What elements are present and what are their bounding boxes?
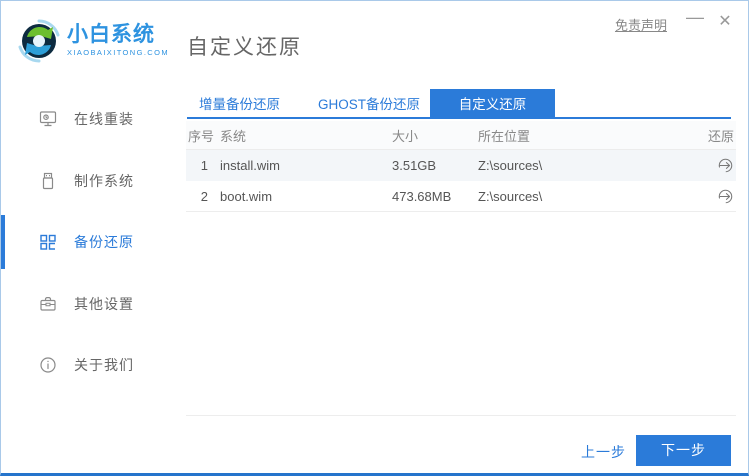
restore-action-button[interactable] xyxy=(717,157,734,174)
col-header-index: 序号 xyxy=(188,128,215,144)
close-button[interactable]: ✕ xyxy=(714,11,736,31)
brand-block: 小白系统 XIAOBAIXITONG.COM xyxy=(67,24,169,57)
sidebar-item-other-settings[interactable]: 其他设置 xyxy=(1,276,186,332)
page-title: 自定义还原 xyxy=(187,36,302,59)
sidebar-item-label: 制作系统 xyxy=(74,173,134,189)
col-header-size: 大小 xyxy=(392,128,419,144)
restore-icon xyxy=(718,189,733,203)
monitor-icon xyxy=(39,111,57,127)
app-window: 小白系统 XIAOBAIXITONG.COM 自定义还原 免责声明 — ✕ 在线… xyxy=(0,0,749,476)
cell-location: Z:\sources\ xyxy=(478,158,543,173)
tab-bar: 增量备份还原 GHOST备份还原 自定义还原 xyxy=(187,89,731,119)
sidebar-item-label: 其他设置 xyxy=(74,296,134,312)
col-header-system: 系统 xyxy=(220,128,247,144)
tab-custom-restore[interactable]: 自定义还原 xyxy=(430,89,556,117)
sidebar-item-make-system[interactable]: 制作系统 xyxy=(1,153,186,209)
restore-table: 序号 系统 大小 所在位置 还原 1 install.wim 3.51GB Z:… xyxy=(186,121,736,212)
tab-ghost-backup-restore[interactable]: GHOST备份还原 xyxy=(316,89,422,117)
restore-action-button[interactable] xyxy=(717,188,734,205)
table-row: 2 boot.wim 473.68MB Z:\sources\ xyxy=(186,181,736,212)
sidebar-item-label: 关于我们 xyxy=(74,357,134,373)
cell-size: 473.68MB xyxy=(392,188,452,204)
grid-blocks-icon xyxy=(40,234,56,250)
cell-system: boot.wim xyxy=(220,188,273,204)
usb-drive-icon xyxy=(42,172,54,190)
brand-domain: XIAOBAIXITONG.COM xyxy=(67,48,170,57)
cell-index: 1 xyxy=(200,158,208,173)
info-icon xyxy=(40,357,56,373)
next-step-button[interactable]: 下一步 xyxy=(636,435,731,466)
sidebar-item-about-us[interactable]: 关于我们 xyxy=(1,337,186,393)
cell-index: 2 xyxy=(200,188,208,204)
cell-size: 3.51GB xyxy=(392,158,437,173)
sidebar-item-label: 备份还原 xyxy=(74,234,134,250)
sidebar-item-label: 在线重装 xyxy=(74,111,134,127)
sidebar-item-online-reinstall[interactable]: 在线重装 xyxy=(1,91,186,147)
col-header-restore: 还原 xyxy=(707,128,734,144)
col-header-location: 所在位置 xyxy=(478,128,531,144)
sidebar-item-backup-restore[interactable]: 备份还原 xyxy=(1,214,186,270)
tab-incremental-backup-restore[interactable]: 增量备份还原 xyxy=(197,89,282,117)
app-logo-icon xyxy=(18,19,60,63)
cell-location: Z:\sources\ xyxy=(478,188,543,204)
previous-step-button[interactable]: 上一步 xyxy=(581,442,626,462)
toolbox-icon xyxy=(40,297,56,311)
minimize-button[interactable]: — xyxy=(684,7,706,28)
footer-divider xyxy=(186,415,736,416)
table-row: 1 install.wim 3.51GB Z:\sources\ xyxy=(186,150,736,181)
brand-name: 小白系统 xyxy=(67,23,155,46)
cell-system: install.wim xyxy=(220,158,280,173)
table-header-row: 序号 系统 大小 所在位置 还原 xyxy=(186,121,736,150)
restore-icon xyxy=(718,158,733,173)
disclaimer-link[interactable]: 免责声明 xyxy=(615,15,667,34)
